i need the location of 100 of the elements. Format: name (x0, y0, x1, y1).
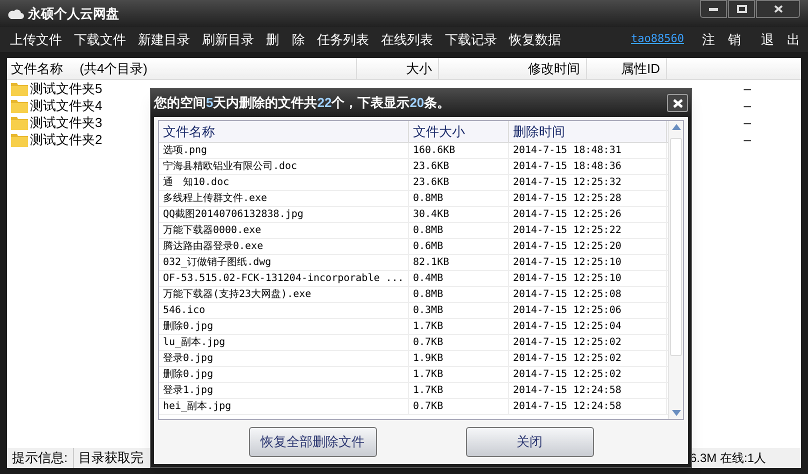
folder-icon (11, 116, 28, 130)
table-cell-text: 腾达路由器登录0.exe (163, 240, 264, 254)
close-button[interactable] (756, 0, 800, 18)
maximize-icon (736, 5, 746, 13)
table-cell: – (744, 114, 751, 130)
dialog-button[interactable]: 恢复全部删除文件 (248, 427, 376, 457)
folder-name[interactable]: 测试文件夹4 (30, 96, 102, 116)
table-cell-text: 82.1KB (413, 256, 450, 270)
toolbar-button[interactable]: 刷新目录 (200, 30, 256, 50)
table-cell-text: 多线程上传群文件.exe (163, 192, 268, 206)
scrollbar[interactable] (668, 121, 683, 419)
column-header[interactable]: 文件名称 (163, 122, 215, 142)
table-cell-text: 2014-7-15 18:48:31 (513, 144, 622, 158)
minimize-icon (709, 8, 718, 10)
table-cell-text: 2014-7-15 18:48:36 (513, 160, 622, 174)
table-cell-text: hei_副本.jpg (163, 400, 232, 414)
toolbar-button[interactable]: 删 除 (264, 30, 307, 50)
table-cell: – (744, 80, 751, 96)
table-cell: – (744, 132, 751, 147)
table-cell-text: 删除0.jpg (163, 320, 214, 334)
scroll-up-icon[interactable] (672, 124, 680, 130)
table-cell-text: 2014-7-15 12:25:04 (513, 320, 622, 334)
maximize-button[interactable] (728, 0, 755, 18)
table-cell-text: 2014-7-15 12:25:10 (513, 272, 622, 286)
table-cell-text: 2014-7-15 12:25:02 (513, 352, 622, 366)
table-cell-text: 通 知10.doc (163, 176, 230, 190)
toolbar-button[interactable]: 下载记录 (443, 30, 499, 50)
table-cell-text: lu_副本.jpg (163, 336, 226, 350)
toolbar-button[interactable]: 在线列表 (379, 30, 435, 50)
table-cell-text: 万能下载器0000.exe (163, 224, 262, 238)
table-cell-text: 2014-7-15 12:24:58 (513, 400, 622, 414)
table-cell-text: 删除0.jpg (163, 368, 214, 382)
column-header[interactable]: 修改时间 (528, 58, 580, 78)
status-message: 目录获取完 (78, 449, 145, 468)
table-cell-text: 160.6KB (413, 144, 456, 158)
scroll-down-icon[interactable] (672, 410, 680, 416)
table-cell-text: 1.7KB (413, 384, 444, 398)
toolbar-button[interactable]: 下载文件 (72, 30, 128, 50)
table-cell-text: 2014-7-15 12:25:20 (513, 240, 622, 254)
table-cell-text: 2014-7-15 12:24:58 (513, 384, 622, 398)
table-cell-text: 032_订做销子图纸.dwg (163, 256, 272, 270)
toolbar-button[interactable]: 任务列表 (315, 30, 371, 50)
folder-icon (11, 82, 28, 96)
status-label: 提示信息: (7, 448, 74, 468)
table-cell-text: 546.ico (163, 304, 206, 318)
table-cell-text: 0.4MB (413, 272, 444, 286)
user-link[interactable]: tao88560 (631, 31, 684, 48)
table-cell-text: OF-53.515.02-FCK-131204-incorporable ... (163, 272, 404, 286)
toolbar-button[interactable]: 上传文件 (8, 30, 64, 50)
table-cell-text: 2014-7-15 12:25:08 (513, 288, 622, 302)
table-cell-text: 2014-7-15 12:25:22 (513, 224, 622, 238)
table-cell-text: 选项.png (163, 144, 208, 158)
table-cell-text: 23.6KB (413, 160, 450, 174)
table-cell-text: 万能下载器(支持23大网盘).exe (163, 288, 312, 302)
table-cell-text: 2014-7-15 12:25:10 (513, 256, 622, 270)
table-cell-text: 2014-7-15 12:25:02 (513, 368, 622, 382)
close-button[interactable] (667, 94, 688, 112)
window-title: 永硕个人云网盘 (28, 4, 119, 23)
exit-button[interactable]: 退 出 (761, 30, 800, 50)
toolbar-button[interactable]: 恢复数据 (507, 30, 563, 50)
close-icon (774, 5, 782, 13)
column-header[interactable]: 属性ID (621, 58, 660, 78)
table-cell-text: 1.7KB (413, 320, 444, 334)
table-cell: – (744, 98, 751, 113)
table-cell-text: 1.7KB (413, 368, 444, 382)
minimize-button[interactable] (700, 0, 727, 18)
folder-name[interactable]: 测试文件夹2 (30, 130, 102, 150)
table-cell-text: 2014-7-15 12:25:02 (513, 336, 622, 350)
column-header[interactable]: 删除时间 (513, 122, 565, 142)
table-cell-text: 登录1.jpg (163, 384, 214, 398)
table-cell-text: 2014-7-15 12:25:28 (513, 192, 622, 206)
table-cell-text: 0.7KB (413, 336, 444, 350)
dialog-title: 您的空间5天内删除的文件共22个，下表显示20条。 (154, 94, 450, 112)
table-cell-text: 宁海县精欧铝业有限公司.doc (163, 160, 298, 174)
table-cell-text: 30.4KB (413, 208, 450, 222)
table-cell-text: 1.9KB (413, 352, 444, 366)
table-cell-text: 0.7KB (413, 400, 444, 414)
close-icon (672, 98, 682, 108)
folder-name[interactable]: 测试文件夹5 (30, 78, 102, 98)
table-cell-text: 0.3MB (413, 304, 444, 318)
folder-name[interactable]: 测试文件夹3 (30, 112, 102, 132)
table-cell-text: 0.8MB (413, 224, 444, 238)
table-cell-text: 2014-7-15 12:25:32 (513, 176, 622, 190)
column-header[interactable]: 大小 (406, 58, 432, 78)
toolbar-button[interactable]: 新建目录 (136, 30, 192, 50)
table-cell-text: 登录0.jpg (163, 352, 214, 366)
column-header[interactable]: 文件大小 (413, 122, 465, 142)
table-cell-text: 2014-7-15 12:25:26 (513, 208, 622, 222)
table-cell-text: 0.8MB (413, 288, 444, 302)
table-cell-text: 0.6MB (413, 240, 444, 254)
folder-icon (11, 98, 28, 112)
table-cell-text: 23.6KB (413, 176, 450, 190)
cloud-icon (8, 8, 24, 20)
dialog-button[interactable]: 关闭 (466, 427, 594, 457)
logout-button[interactable]: 注 销 (702, 30, 741, 50)
table-cell-text: QQ截图20140706132838.jpg (163, 208, 304, 222)
column-header[interactable]: 文件名称 (共4个目录) (11, 58, 148, 78)
table-cell-text: 0.8MB (413, 192, 444, 206)
table-cell-text: 2014-7-15 12:25:06 (513, 304, 622, 318)
folder-icon (11, 132, 28, 146)
